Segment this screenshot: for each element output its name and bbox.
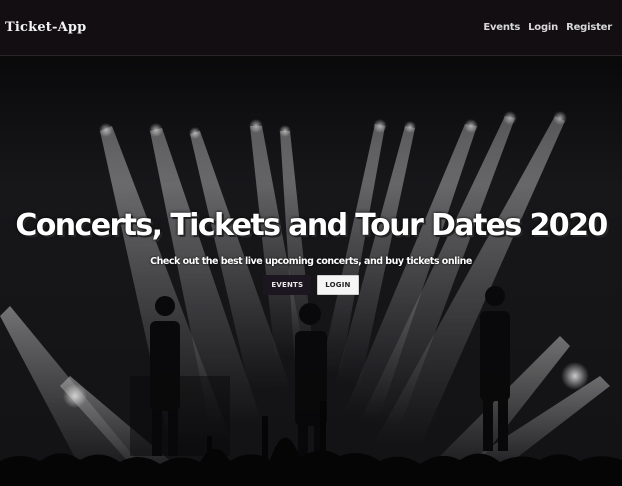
brand-logo[interactable]: Ticket-App <box>5 20 86 35</box>
hero-subtitle: Check out the best live upcoming concert… <box>150 256 472 267</box>
navbar: Ticket-App Events Login Register <box>0 0 622 56</box>
hero-content: Concerts, Tickets and Tour Dates 2020 Ch… <box>0 206 622 295</box>
nav-link-login[interactable]: Login <box>528 22 558 33</box>
hero-title: Concerts, Tickets and Tour Dates 2020 <box>15 208 608 243</box>
nav-link-events[interactable]: Events <box>483 22 520 33</box>
login-button[interactable]: LOGIN <box>317 275 359 295</box>
events-button[interactable]: EVENTS <box>263 275 312 295</box>
hero-buttons: EVENTS LOGIN <box>0 275 622 295</box>
nav-links: Events Login Register <box>483 22 612 33</box>
nav-link-register[interactable]: Register <box>566 22 612 33</box>
hero-section: Concerts, Tickets and Tour Dates 2020 Ch… <box>0 56 622 486</box>
